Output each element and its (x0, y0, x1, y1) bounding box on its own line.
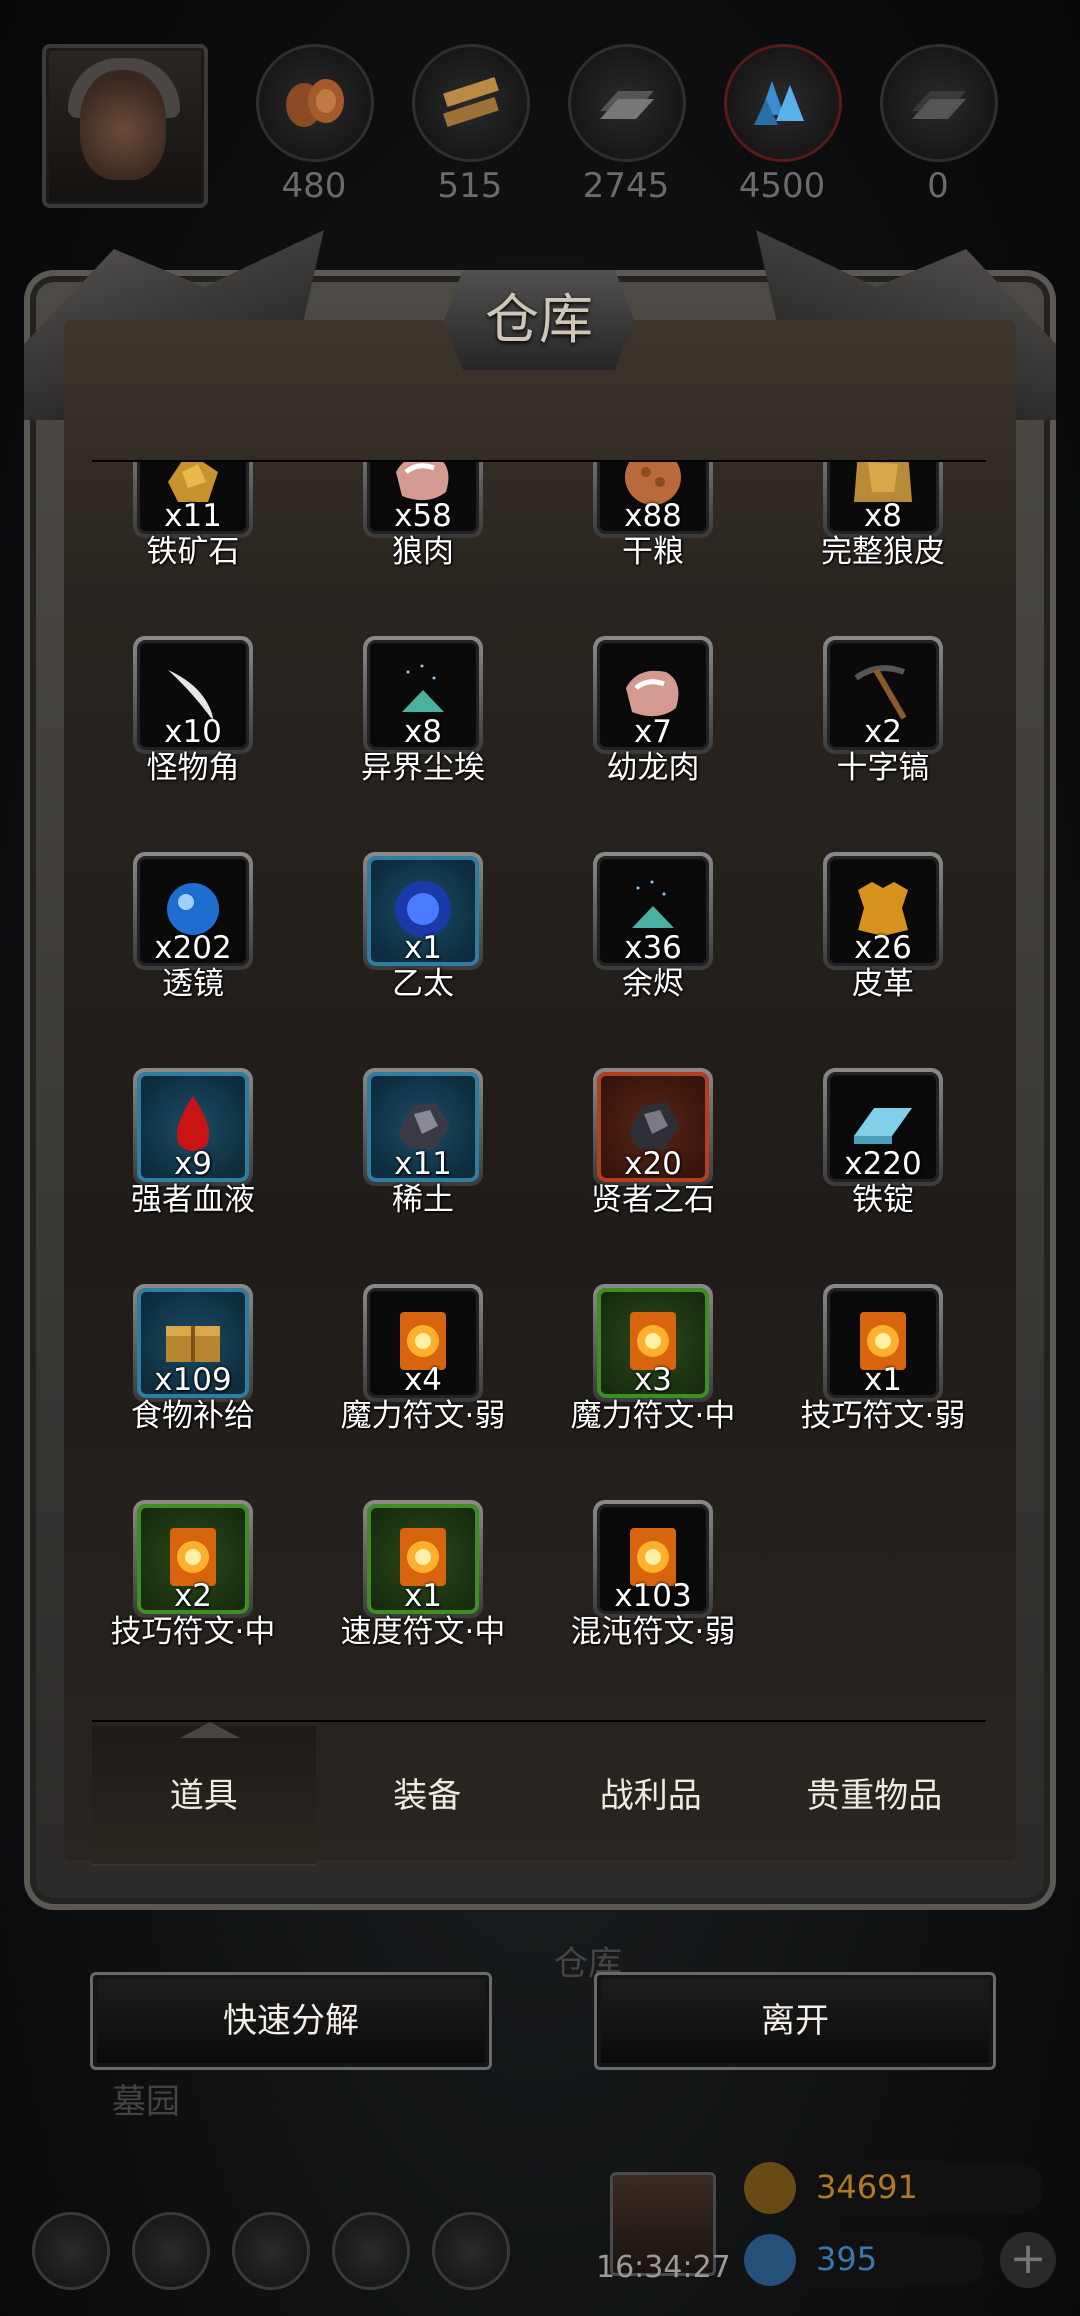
item-name: 皮革 (852, 966, 914, 1002)
avatar-face (80, 70, 166, 180)
item-name: 幼龙肉 (606, 750, 700, 786)
resource-value: 4500 (738, 166, 826, 206)
item-name: 技巧符文·弱 (800, 1398, 966, 1434)
item-name: 速度符文·中 (340, 1614, 506, 1650)
item-name: 狼肉 (392, 534, 454, 570)
item-name: 十字镐 (836, 750, 930, 786)
item-slot[interactable]: x103 混沌符文·弱 (552, 1500, 772, 1680)
resource-value: 480 (281, 166, 347, 206)
item-name: 混沌符文·弱 (570, 1614, 736, 1650)
item-slot[interactable]: x8 异界尘埃 (322, 636, 542, 816)
resource-dark[interactable]: 0 (880, 44, 998, 206)
list-bottom-divider (92, 1720, 986, 1722)
item-slot[interactable]: x10 怪物角 (92, 636, 312, 816)
item-name: 余烬 (622, 966, 684, 1002)
achievement-icon[interactable] (132, 2212, 210, 2290)
item-name: 透镜 (162, 966, 224, 1002)
iron-ingot-icon (568, 44, 686, 162)
gold-value: 34691 (816, 2168, 918, 2206)
item-slot[interactable]: x26 皮革 (782, 852, 986, 1032)
resource-iron[interactable]: 2745 (568, 44, 686, 206)
resource-value: 0 (927, 166, 949, 206)
item-name: 魔力符文·中 (570, 1398, 736, 1434)
tab-loot[interactable]: 战利品 (539, 1726, 763, 1866)
leave-button[interactable]: 离开 (594, 1972, 996, 2070)
tab-equipment[interactable]: 装备 (316, 1726, 540, 1866)
item-name: 完整狼皮 (821, 534, 945, 570)
item-name: 技巧符文·中 (110, 1614, 276, 1650)
item-name: 贤者之石 (591, 1182, 715, 1218)
item-slot[interactable]: x1 技巧符文·弱 (782, 1284, 986, 1464)
crystal-icon (724, 44, 842, 162)
item-slot[interactable]: x11 稀土 (322, 1068, 542, 1248)
item-slot[interactable]: x2 十字镐 (782, 636, 986, 816)
resource-crystal[interactable]: 4500 (724, 44, 842, 206)
item-name: 铁矿石 (146, 534, 240, 570)
item-slot[interactable]: x3 魔力符文·中 (552, 1284, 772, 1464)
item-slot[interactable]: x1 速度符文·中 (322, 1500, 542, 1680)
item-slot[interactable]: x36 余烬 (552, 852, 772, 1032)
item-grid[interactable]: x11 铁矿石 x58 狼肉 x88 干粮 x8 完整狼皮 x10 怪物角 x8 异界尘埃 x7 幼龙肉 x… (92, 462, 986, 1722)
item-slot[interactable]: x20 贤者之石 (552, 1068, 772, 1248)
item-slot[interactable]: x9 强者血液 (92, 1068, 312, 1248)
item-name: 食物补给 (131, 1398, 255, 1434)
gem-icon (744, 2234, 796, 2286)
category-tabs: 道具 装备 战利品 贵重物品 (92, 1726, 986, 1866)
item-slot[interactable]: x8 完整狼皮 (782, 462, 986, 600)
mail-icon[interactable] (332, 2212, 410, 2290)
scene-label-graveyard: 墓园 (112, 2082, 180, 2122)
resource-value: 2745 (582, 166, 670, 206)
panel-title: 仓库 (485, 288, 593, 351)
clock: 16:34:27 (596, 2250, 731, 2285)
item-slot[interactable]: x109 食物补给 (92, 1284, 312, 1464)
tab-items[interactable]: 道具 (92, 1726, 316, 1866)
player-avatar[interactable] (42, 44, 208, 208)
gem-counter: 395 (744, 2234, 984, 2286)
item-name: 乙太 (392, 966, 454, 1002)
item-slot[interactable]: x58 狼肉 (322, 462, 542, 600)
item-slot[interactable]: x2 技巧符文·中 (92, 1500, 312, 1680)
item-name: 干粮 (622, 534, 684, 570)
gold-counter: 34691 (744, 2162, 1044, 2214)
quick-decompose-button[interactable]: 快速分解 (90, 1972, 492, 2070)
wood-log-icon (256, 44, 374, 162)
resource-plank[interactable]: 515 (412, 44, 530, 206)
gold-coin-icon (744, 2162, 796, 2214)
resource-value: 515 (437, 166, 503, 206)
map-icon[interactable] (432, 2212, 510, 2290)
item-name: 铁锭 (852, 1182, 914, 1218)
item-name: 异界尘埃 (361, 750, 485, 786)
character-icon[interactable] (232, 2212, 310, 2290)
item-slot[interactable]: x7 幼龙肉 (552, 636, 772, 816)
resource-wood[interactable]: 480 (256, 44, 374, 206)
tab-valuables[interactable]: 贵重物品 (763, 1726, 987, 1866)
settings-icon[interactable] (32, 2212, 110, 2290)
item-slot[interactable]: x11 铁矿石 (92, 462, 312, 600)
item-slot[interactable]: x88 干粮 (552, 462, 772, 600)
add-currency-icon[interactable]: + (1000, 2232, 1056, 2288)
item-name: 魔力符文·弱 (340, 1398, 506, 1434)
item-name: 怪物角 (146, 750, 240, 786)
dark-ingot-icon (880, 44, 998, 162)
item-name: 稀土 (392, 1182, 454, 1218)
item-slot[interactable]: x202 透镜 (92, 852, 312, 1032)
item-name: 强者血液 (131, 1182, 255, 1218)
plank-icon (412, 44, 530, 162)
item-slot[interactable]: x1 乙太 (322, 852, 542, 1032)
item-slot[interactable]: x4 魔力符文·弱 (322, 1284, 542, 1464)
item-slot[interactable]: x220 铁锭 (782, 1068, 986, 1248)
gem-value: 395 (816, 2240, 878, 2278)
